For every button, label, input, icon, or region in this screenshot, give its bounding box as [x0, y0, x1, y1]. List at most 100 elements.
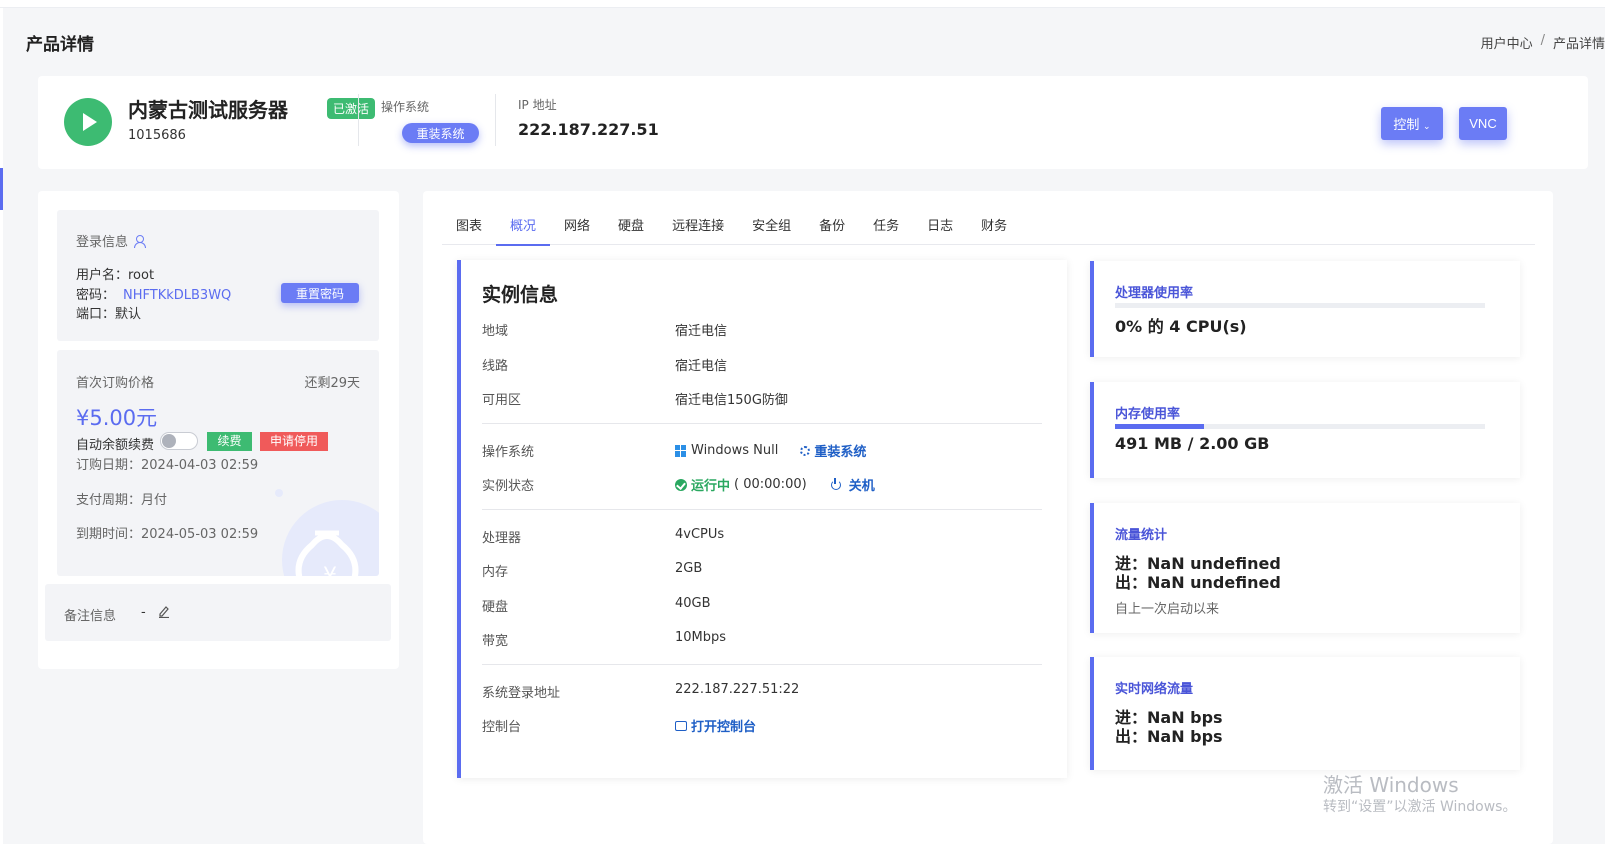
line-label: 线路: [482, 359, 509, 374]
traffic-stats-card: 流量统计 进：NaN undefined 出：NaN undefined 自上一…: [1090, 503, 1520, 633]
zone-value: 宿迁电信150G防御: [675, 393, 788, 408]
os-label: 操作系统: [381, 100, 430, 114]
cpu-label: 处理器: [482, 531, 522, 546]
divider: [482, 509, 1042, 510]
memory-usage-value: 491 MB / 2.00 GB: [1115, 434, 1270, 453]
login-addr-value: 222.187.227.51:22: [675, 682, 800, 697]
account-panel: 登录信息 用户名：root 密码： NHFTKkDLB3WQ 端口：默认 重置密码…: [38, 191, 399, 669]
note-box: 备注信息 -: [45, 584, 391, 641]
detail-panel: 图表 概况 网络 硬盘 远程连接 安全组 备份 任务 日志 财务 实例信息 地域…: [423, 191, 1553, 844]
uptime: ( 00:00:00): [734, 477, 807, 492]
region-value: 宿迁电信: [675, 324, 728, 339]
tab-chart[interactable]: 图表: [442, 211, 496, 245]
memory-usage-title: 内存使用率: [1115, 407, 1181, 422]
login-addr-label: 系统登录地址: [482, 686, 561, 701]
remaining-days: 还剩29天: [304, 376, 360, 391]
tab-network[interactable]: 网络: [550, 211, 604, 245]
state-label: 实例状态: [482, 479, 535, 494]
zone-label: 可用区: [482, 393, 522, 408]
divider: [495, 94, 496, 146]
tab-logs[interactable]: 日志: [913, 211, 967, 245]
ip-value: 222.187.227.51: [518, 120, 659, 139]
port-line: 端口：默认: [76, 307, 142, 322]
console-label: 控制台: [482, 720, 522, 735]
state-value: 运行中 ( 00:00:00) 关机: [675, 475, 875, 494]
mem-value: 2GB: [675, 561, 703, 576]
control-dropdown-button[interactable]: 控制 ⌄: [1381, 107, 1443, 140]
top-bar: [0, 0, 1605, 8]
os-row-value: Windows Null 重装系统: [675, 441, 866, 460]
shutdown-link[interactable]: 关机: [849, 475, 875, 494]
password-value[interactable]: NHFTKkDLB3WQ: [123, 288, 231, 303]
traffic-stats-title: 流量统计: [1115, 528, 1168, 543]
power-icon: [830, 477, 841, 490]
auto-renew-label: 自动余额续费: [76, 438, 155, 453]
power-state-play-icon[interactable]: [64, 98, 112, 146]
tab-tasks[interactable]: 任务: [859, 211, 913, 245]
request-stop-button[interactable]: 申请停用: [260, 432, 328, 451]
order-date: 订购日期：2024-04-03 02:59: [76, 458, 259, 473]
billing-box: ¥ 首次订购价格 还剩29天 ¥5.00元 自动余额续费 续费 申请停用 订购日…: [57, 350, 379, 576]
console-icon: [675, 720, 687, 731]
password-line: 密码： NHFTKkDLB3WQ: [76, 284, 231, 303]
vnc-button[interactable]: VNC: [1459, 107, 1507, 140]
tab-overview[interactable]: 概况: [496, 211, 551, 246]
tab-disk[interactable]: 硬盘: [604, 211, 658, 245]
divider: [482, 664, 1042, 665]
running-status: 运行中: [691, 479, 731, 494]
reinstall-link[interactable]: 重装系统: [814, 441, 866, 460]
tab-backup[interactable]: 备份: [805, 211, 859, 245]
login-info-label: 登录信息: [76, 235, 129, 250]
breadcrumb: 用户中心 / 产品详情: [1481, 33, 1605, 52]
reinstall-button[interactable]: 重装系统: [402, 123, 479, 143]
price-value: ¥5.00元: [76, 406, 158, 430]
page-title: 产品详情: [26, 35, 94, 55]
cpu-usage-bar: [1115, 303, 1485, 308]
memory-usage-fill: [1115, 424, 1204, 429]
open-console-link[interactable]: 打开控制台: [691, 716, 756, 735]
console-value: 打开控制台: [675, 716, 756, 735]
money-bag-decoration-icon: ¥: [275, 489, 379, 576]
line-value: 宿迁电信: [675, 359, 728, 374]
tab-security-group[interactable]: 安全组: [738, 211, 805, 245]
bandwidth-value: 10Mbps: [675, 630, 727, 645]
control-label: 控制: [1393, 117, 1420, 132]
edit-icon[interactable]: [158, 604, 170, 618]
mem-label: 内存: [482, 565, 509, 580]
region-label: 地域: [482, 324, 509, 339]
tab-bar: 图表 概况 网络 硬盘 远程连接 安全组 备份 任务 日志 财务: [442, 211, 1535, 246]
username-line: 用户名：root: [76, 268, 155, 283]
divider: [358, 94, 359, 146]
first-price-label: 首次订购价格: [76, 376, 155, 391]
instance-info-card: 实例信息 地域 宿迁电信 线路 宿迁电信 可用区 宿迁电信150G防御 操作系统…: [457, 260, 1067, 778]
pay-cycle: 支付周期：月付: [76, 493, 168, 508]
cpu-usage-card: 处理器使用率 0% 的 4 CPU(s): [1090, 261, 1520, 357]
svg-text:¥: ¥: [323, 564, 337, 576]
disk-label: 硬盘: [482, 600, 509, 615]
login-info-title: 登录信息: [76, 231, 147, 250]
breadcrumb-user-center[interactable]: 用户中心: [1481, 33, 1533, 52]
auto-renew-toggle[interactable]: [160, 432, 198, 450]
memory-usage-card: 内存使用率 491 MB / 2.00 GB: [1090, 382, 1520, 478]
os-row-label: 操作系统: [482, 445, 535, 460]
windows-activation-watermark: 激活 Windows: [1323, 773, 1459, 797]
cpu-usage-value: 0% 的 4 CPU(s): [1115, 317, 1247, 336]
disk-value: 40GB: [675, 596, 711, 611]
server-id: 1015686: [128, 128, 186, 143]
status-badge: 已激活: [327, 98, 376, 119]
check-circle-icon: [675, 478, 687, 491]
memory-usage-bar: [1115, 424, 1485, 429]
realtime-traffic-title: 实时网络流量: [1115, 682, 1194, 697]
expire-time: 到期时间：2024-05-03 02:59: [76, 527, 259, 542]
tab-remote[interactable]: 远程连接: [658, 211, 738, 245]
password-label: 密码：: [76, 288, 116, 303]
tab-finance[interactable]: 财务: [967, 211, 1021, 245]
instance-info-title: 实例信息: [482, 284, 559, 306]
breadcrumb-separator: /: [1540, 33, 1545, 48]
note-value: -: [141, 605, 146, 620]
breadcrumb-current: 产品详情: [1552, 37, 1605, 52]
renew-button[interactable]: 续费: [207, 432, 252, 451]
reset-password-button[interactable]: 重置密码: [281, 283, 359, 303]
cpu-usage-title: 处理器使用率: [1115, 286, 1194, 301]
divider: [482, 423, 1042, 424]
